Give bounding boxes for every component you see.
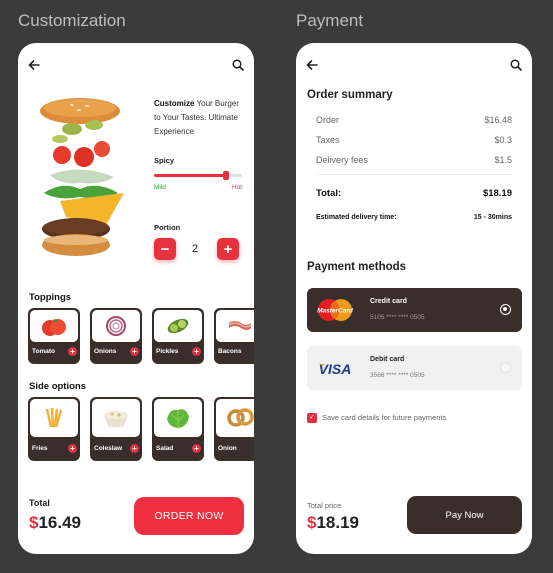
add-side-button[interactable]: + <box>68 444 77 453</box>
delivery-estimate: Estimated delivery time: 15 - 30mins <box>316 214 512 221</box>
eta-value: 15 - 30mins <box>473 214 512 221</box>
topping-name: Pickles <box>156 348 179 355</box>
total-label: Total <box>29 498 50 508</box>
payment-screen: Order summary Order $16.48 Taxes $0.3 Deli… <box>296 43 532 554</box>
card-radio-selected[interactable] <box>500 304 511 315</box>
side-name: Salad <box>156 445 174 452</box>
topping-name: Onions <box>94 348 117 355</box>
portion-label: Portion <box>154 223 181 232</box>
card-radio-unselected[interactable] <box>500 362 511 373</box>
spicy-slider[interactable] <box>154 171 242 180</box>
topping-card-bacons[interactable]: Bacons + <box>214 308 254 364</box>
mastercard-logo-icon: MasterCard <box>317 299 354 321</box>
payment-option-credit-card[interactable]: MasterCard Credit card 5105 **** **** 05… <box>307 288 522 332</box>
topping-name: Tomato <box>32 348 55 355</box>
side-card-salad[interactable]: Salad + <box>152 397 204 461</box>
side-options-title: Side options <box>29 381 86 392</box>
portion-increase-button[interactable]: + <box>217 238 239 260</box>
pay-now-button[interactable]: Pay Now <box>407 496 522 534</box>
side-card-coleslaw[interactable]: Coleslaw + <box>90 397 142 461</box>
tomato-icon <box>30 310 78 342</box>
visa-logo-icon: VISA <box>319 361 352 377</box>
side-card-fries[interactable]: Fries + <box>28 397 80 461</box>
bacon-icon <box>216 310 254 342</box>
spicy-label: Spicy <box>154 156 175 165</box>
topping-name: Bacons <box>218 348 242 355</box>
summary-total: Total: $18.19 <box>316 188 512 199</box>
total-amount: $16.49 <box>29 513 81 533</box>
customize-heading-bold: Customize <box>154 99 195 108</box>
summary-value: $1.5 <box>494 155 512 165</box>
side-card-onion[interactable]: Onion + <box>214 397 254 461</box>
total-price-amount: $18.19 <box>307 513 359 533</box>
eta-label: Estimated delivery time: <box>316 214 397 221</box>
side-options-list: Fries + Coleslaw + Salad + Onion + <box>28 397 254 461</box>
spicy-slider-fill <box>154 174 227 177</box>
customization-section-title: Customization <box>18 11 126 30</box>
summary-value: $16.48 <box>484 115 512 125</box>
customize-description: Customize Your Burger to Your Tastes. Ul… <box>154 97 246 139</box>
card-name: Debit card <box>370 356 405 363</box>
summary-total-value: $18.19 <box>482 188 512 199</box>
portion-value: 2 <box>192 243 199 255</box>
back-arrow-icon[interactable] <box>26 57 42 73</box>
summary-label: Delivery fees <box>316 155 369 165</box>
summary-row-delivery: Delivery fees $1.5 <box>316 155 512 165</box>
spicy-slider-handle[interactable] <box>223 171 230 180</box>
order-now-button[interactable]: ORDER NOW <box>134 497 244 535</box>
payment-section-title: Payment <box>296 11 364 30</box>
card-name: Credit card <box>370 298 407 305</box>
onion-icon <box>92 310 140 342</box>
summary-row-order: Order $16.48 <box>316 115 512 125</box>
portion-decrease-button[interactable]: − <box>154 238 176 260</box>
coleslaw-icon <box>92 399 140 437</box>
payment-methods-title: Payment methods <box>307 261 407 273</box>
side-name: Coleslaw <box>94 445 123 452</box>
add-topping-button[interactable]: + <box>68 347 77 356</box>
order-summary-title: Order summary <box>307 89 393 101</box>
summary-row-taxes: Taxes $0.3 <box>316 135 512 145</box>
total-price-label: Total price <box>307 501 342 510</box>
side-name: Fries <box>32 445 48 452</box>
save-card-checkbox[interactable]: ✓ <box>307 413 317 423</box>
save-card-label: Save card details for future payments <box>322 413 447 422</box>
summary-label: Taxes <box>316 135 340 145</box>
pickle-icon <box>154 310 202 342</box>
search-icon[interactable] <box>508 57 524 73</box>
add-side-button[interactable]: + <box>192 444 201 453</box>
payment-option-debit-card[interactable]: VISA Debit card 3566 **** **** 0505 <box>307 346 522 390</box>
summary-total-label: Total: <box>316 188 342 199</box>
add-topping-button[interactable]: + <box>192 347 201 356</box>
svg-text:MasterCard: MasterCard <box>317 308 354 315</box>
summary-divider <box>316 174 512 175</box>
topping-card-onions[interactable]: Onions + <box>90 308 142 364</box>
spicy-hot-label: Hot <box>232 184 243 191</box>
total-value: 16.49 <box>38 513 82 532</box>
total-price-value: 18.19 <box>316 513 360 532</box>
add-topping-button[interactable]: + <box>130 347 139 356</box>
card-number: 3566 **** **** 0505 <box>370 372 425 379</box>
salad-icon <box>154 399 202 437</box>
topping-card-tomato[interactable]: Tomato + <box>28 308 80 364</box>
card-number: 5105 **** **** 0505 <box>370 314 425 321</box>
topping-card-pickles[interactable]: Pickles + <box>152 308 204 364</box>
summary-label: Order <box>316 115 340 125</box>
toppings-list: Tomato + Onions + Pickles + Bacons + <box>28 308 254 364</box>
back-arrow-icon[interactable] <box>304 57 320 73</box>
fries-icon <box>30 399 78 437</box>
add-side-button[interactable]: + <box>130 444 139 453</box>
customization-screen: Customize Your Burger to Your Tastes. Ul… <box>18 43 254 554</box>
summary-value: $0.3 <box>494 135 512 145</box>
side-name: Onion <box>218 445 237 452</box>
exploded-burger-image <box>40 98 124 256</box>
spicy-mild-label: Mild <box>154 184 166 191</box>
svg-text:VISA: VISA <box>319 361 352 377</box>
onion-rings-icon <box>216 399 254 437</box>
search-icon[interactable] <box>230 57 246 73</box>
toppings-title: Toppings <box>29 292 72 303</box>
